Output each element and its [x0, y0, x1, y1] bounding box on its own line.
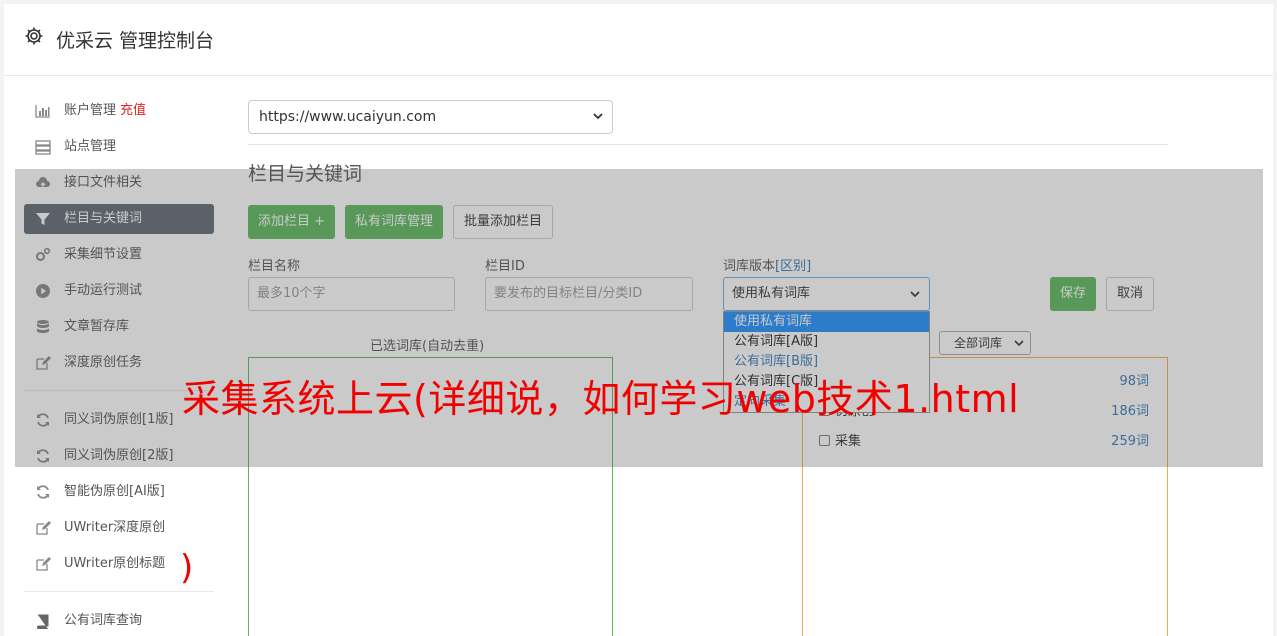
- watermark-paren: ): [180, 548, 194, 588]
- server-icon: [35, 140, 51, 155]
- sidebar-item-public-lib-query[interactable]: 公有词库查询: [24, 606, 214, 636]
- sidebar-item-label: UWriter深度原创: [64, 520, 166, 535]
- sidebar-item-label: 账户管理: [64, 103, 117, 118]
- sidebar-item-label: 站点管理: [64, 139, 117, 154]
- page-title: 优采云 管理控制台: [56, 30, 215, 52]
- sidebar-item-sites[interactable]: 站点管理: [24, 132, 214, 162]
- gear-icon: [25, 27, 43, 45]
- watermark-text: 采集系统上云(详细说，如何学习web技术1.html: [182, 377, 1020, 421]
- sidebar-item-label: 公有词库查询: [64, 613, 143, 628]
- sidebar-divider: [24, 591, 214, 592]
- sidebar-item-label: 智能伪原创[AI版]: [64, 484, 165, 499]
- recharge-link[interactable]: 充值: [120, 103, 146, 118]
- book-icon: [37, 614, 49, 629]
- refresh-icon: [37, 485, 49, 499]
- divider: [248, 144, 1168, 145]
- edit-icon: [36, 557, 51, 571]
- sidebar-item-ai-rewrite[interactable]: 智能伪原创[AI版]: [24, 477, 214, 507]
- bar-chart-icon: [35, 105, 50, 118]
- sidebar-item-label: UWriter原创标题: [64, 556, 166, 571]
- top-header: 优采云 管理控制台: [4, 4, 1273, 76]
- sidebar-item-uwriter-deep[interactable]: UWriter深度原创: [24, 513, 214, 543]
- site-select[interactable]: https://www.ucaiyun.com: [248, 100, 613, 134]
- site-select-value: https://www.ucaiyun.com: [259, 109, 437, 125]
- chevron-down-icon: [593, 113, 603, 120]
- sidebar-item-account[interactable]: 账户管理 充值: [24, 96, 214, 126]
- edit-icon: [36, 521, 51, 535]
